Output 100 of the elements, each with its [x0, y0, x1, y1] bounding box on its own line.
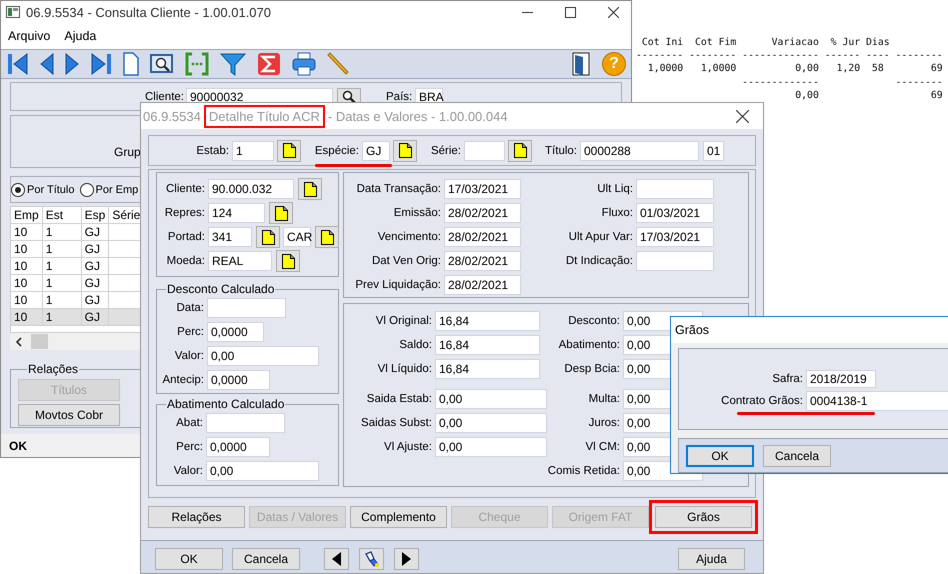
input-field[interactable]: 0,00 — [207, 346, 319, 366]
input-field[interactable]: 2018/2019 — [806, 370, 876, 388]
input-field[interactable]: 0,0000 — [206, 437, 270, 457]
last-record-icon[interactable] — [90, 52, 112, 76]
menu-item[interactable]: Ajuda — [64, 29, 96, 43]
column-header[interactable]: Esp — [81, 207, 109, 224]
input-field[interactable]: 0000288 — [580, 140, 699, 160]
input-field[interactable]: 0,00 — [435, 389, 547, 409]
field-label: Comis Retida: — [547, 465, 620, 477]
menu-item[interactable]: Arquivo — [8, 29, 50, 43]
input-field[interactable]: 17/03/2021 — [636, 227, 714, 247]
input-field[interactable]: 16,84 — [435, 359, 540, 379]
input-field[interactable]: 0,00 — [435, 437, 547, 457]
input-field[interactable]: 0,0000 — [207, 370, 270, 390]
action-button[interactable]: Movtos Cobr — [18, 404, 120, 426]
next-icon[interactable] — [65, 52, 79, 76]
next-button[interactable] — [394, 548, 419, 570]
field-label: Juros: — [588, 417, 620, 429]
document-icon[interactable] — [123, 52, 139, 76]
field-label: Estab: — [195, 144, 229, 156]
first-record-icon[interactable] — [7, 52, 29, 76]
input-field[interactable]: 90.000.032 — [208, 179, 294, 199]
input-field[interactable]: 0,0000 — [207, 322, 264, 342]
lookup-button[interactable] — [298, 178, 322, 200]
field-label: Série: — [430, 144, 461, 156]
input-field[interactable]: 0,00 — [435, 413, 547, 433]
input-field[interactable] — [207, 298, 286, 318]
input-field[interactable]: 0,00 — [206, 461, 319, 481]
document-icon — [398, 143, 412, 158]
field-label: Cliente: — [165, 183, 205, 195]
input-field[interactable] — [636, 251, 714, 271]
sum-icon[interactable] — [257, 52, 281, 76]
tab-button[interactable]: Relações — [148, 506, 245, 528]
input-field[interactable]: 16,84 — [435, 311, 540, 331]
cancel-button[interactable]: Cancela — [232, 548, 300, 570]
input-field[interactable]: CAR — [283, 227, 311, 247]
input-field[interactable]: 28/02/2021 — [444, 227, 521, 247]
input-field[interactable]: 28/02/2021 — [444, 203, 521, 223]
close-icon[interactable] — [608, 6, 619, 18]
field-label: Emissão: — [392, 207, 441, 219]
lookup-button[interactable] — [256, 226, 280, 248]
input-field[interactable] — [206, 413, 285, 433]
lookup-button[interactable] — [508, 140, 532, 162]
field-label: Desconto: — [567, 315, 620, 327]
exit-icon[interactable] — [571, 52, 591, 76]
input-field[interactable]: 124 — [208, 203, 265, 223]
input-field[interactable] — [464, 140, 505, 160]
brackets-icon[interactable] — [185, 52, 209, 76]
input-field[interactable]: 1 — [232, 140, 274, 160]
lookup-button[interactable] — [315, 226, 339, 248]
document-icon — [282, 143, 296, 158]
input-field[interactable]: 01/03/2021 — [636, 203, 714, 223]
input-field[interactable]: GJ — [362, 140, 390, 160]
dialog-button[interactable]: Cancela — [763, 444, 831, 466]
field-label: Título: — [544, 144, 577, 156]
field-label: Vl CM: — [584, 441, 620, 453]
ok-button[interactable]: OK — [155, 548, 223, 570]
input-field[interactable]: 28/02/2021 — [444, 251, 521, 271]
column-header[interactable]: Est — [42, 207, 82, 224]
previous-icon[interactable] — [40, 52, 54, 76]
input-field[interactable]: 0004138-1 — [806, 391, 948, 411]
lookup-button[interactable] — [276, 250, 300, 272]
filter-icon[interactable] — [220, 52, 246, 76]
input-field[interactable] — [636, 179, 714, 199]
column-header[interactable]: Emp — [11, 207, 42, 224]
input-field[interactable]: 341 — [208, 227, 252, 247]
lookup-button[interactable] — [269, 202, 293, 224]
pencil-icon[interactable] — [327, 52, 349, 76]
help-button[interactable]: Ajuda — [678, 548, 745, 570]
lookup-button[interactable] — [277, 140, 301, 162]
group-title: Relações — [27, 362, 80, 376]
table-cell: 1 — [42, 274, 82, 292]
radio-button[interactable]: Por Título — [11, 182, 74, 196]
field-label: Saidas Subst: — [360, 417, 432, 429]
tab-button[interactable]: Grãos — [655, 506, 752, 528]
flashlight-button[interactable] — [359, 548, 384, 570]
field-label: Fluxo: — [600, 207, 633, 219]
field-label: Cliente: — [145, 90, 183, 102]
scrollbar-thumb[interactable] — [31, 334, 48, 349]
field-label: Saldo: — [398, 339, 432, 351]
input-field[interactable]: REAL — [208, 251, 272, 271]
previous-button[interactable] — [324, 548, 349, 570]
close-icon[interactable] — [736, 110, 749, 122]
lookup-button[interactable] — [393, 140, 417, 162]
table-cell: GJ — [81, 274, 109, 292]
app-icon — [6, 6, 20, 18]
input-field[interactable]: 01 — [703, 140, 724, 160]
input-field[interactable]: 16,84 — [435, 335, 540, 355]
dialog-button[interactable]: OK — [686, 444, 754, 466]
input-field[interactable]: 17/03/2021 — [444, 179, 521, 199]
report-line: 1,0000 1,0000 0,00 1,20 58 69 — [646, 62, 943, 76]
maximize-icon[interactable] — [565, 6, 576, 18]
preview-icon[interactable] — [150, 52, 174, 76]
printer-icon[interactable] — [292, 52, 316, 76]
scroll-left-icon[interactable] — [15, 336, 23, 346]
input-field[interactable]: 28/02/2021 — [444, 275, 521, 295]
radio-button[interactable]: Por Emp — [80, 182, 138, 196]
tab-button[interactable]: Complemento — [350, 506, 447, 528]
status-text: OK — [9, 438, 27, 452]
field-label: Vencimento: — [376, 231, 441, 243]
